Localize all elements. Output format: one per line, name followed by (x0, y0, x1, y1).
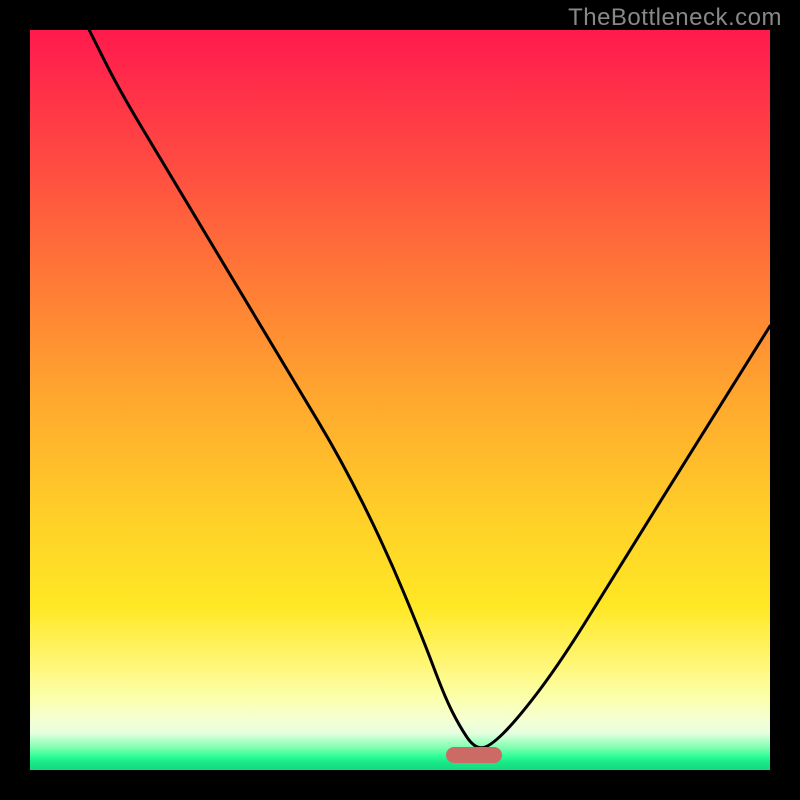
optimal-marker (446, 747, 502, 763)
bottleneck-curve (30, 30, 770, 770)
watermark-text: TheBottleneck.com (568, 4, 782, 32)
curve-path (89, 30, 770, 748)
chart-frame: TheBottleneck.com (0, 0, 800, 800)
plot-area (30, 30, 770, 770)
